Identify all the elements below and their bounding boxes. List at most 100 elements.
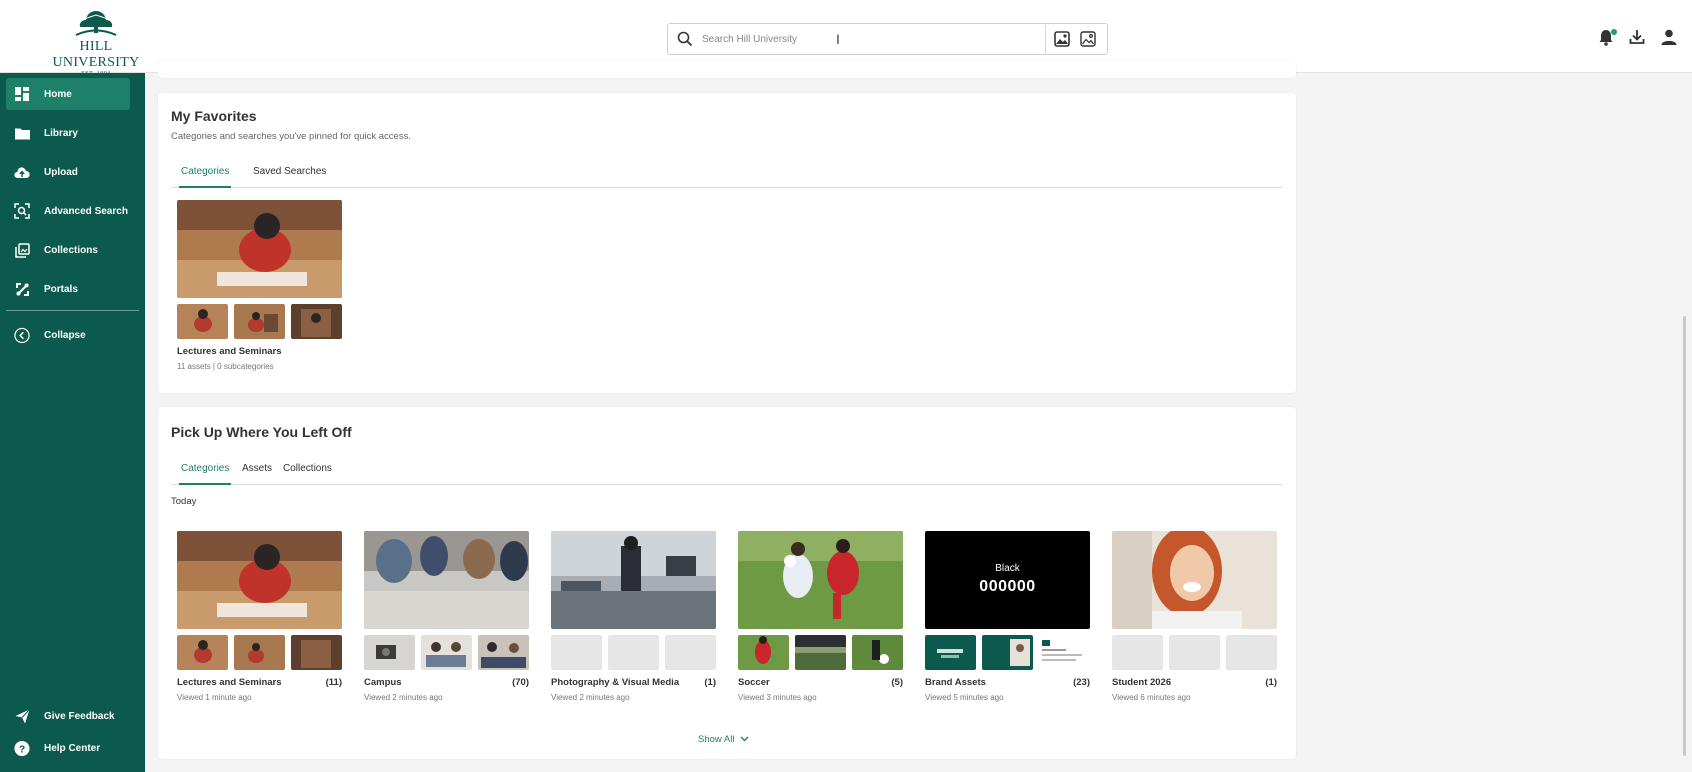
show-all-label: Show All — [698, 734, 735, 745]
category-thumb — [982, 635, 1033, 670]
category-card[interactable]: Photography & Visual Media (1) Viewed 2 … — [551, 531, 716, 702]
category-thumbnail — [364, 531, 529, 629]
chevron-down-icon — [740, 736, 749, 742]
visual-search-icon[interactable] — [1079, 30, 1097, 48]
search-bar: I — [667, 23, 1108, 55]
category-thumbnail: Black 000000 — [925, 531, 1090, 629]
category-card[interactable]: Black 000000 Brand Assets (23) Viewed 5 … — [925, 531, 1090, 702]
category-thumb — [364, 635, 415, 670]
upload-cloud-icon — [14, 164, 30, 180]
sidebar-divider — [6, 310, 139, 311]
category-thumb — [177, 304, 228, 339]
category-thumb — [234, 635, 285, 670]
section-title: Pick Up Where You Left Off — [171, 424, 352, 440]
category-viewed: Viewed 5 minutes ago — [925, 693, 1004, 702]
category-thumb — [421, 635, 472, 670]
sidebar-item-upload[interactable]: Upload — [6, 156, 130, 188]
portals-icon — [14, 281, 30, 297]
category-thumb — [738, 635, 789, 670]
sidebar-item-label: Help Center — [44, 742, 101, 754]
logo-text: HILL UNIVERSITY — [52, 39, 140, 70]
page-scrollbar[interactable] — [1683, 316, 1686, 756]
category-count: (1) — [704, 677, 716, 688]
category-thumb — [852, 635, 903, 670]
image-search-icon[interactable] — [1053, 30, 1071, 48]
swatch-label: Black — [995, 563, 1020, 574]
sidebar-item-label: Library — [44, 127, 78, 139]
category-count: (11) — [325, 677, 342, 688]
tab-assets[interactable]: Assets — [240, 463, 274, 485]
home-icon — [14, 86, 30, 102]
tree-logo-icon — [75, 11, 117, 36]
sidebar-item-advanced-search[interactable]: Advanced Search — [6, 195, 130, 227]
sidebar-collapse-button[interactable]: Collapse — [6, 319, 130, 351]
category-thumb — [291, 304, 342, 339]
search-icon[interactable] — [677, 31, 693, 47]
date-group-label: Today — [171, 496, 197, 507]
svg-text:?: ? — [19, 744, 25, 755]
show-all-button[interactable]: Show All — [698, 734, 749, 745]
sidebar-item-label: Give Feedback — [44, 710, 115, 722]
search-input[interactable] — [702, 29, 1042, 49]
category-name: Photography & Visual Media — [551, 677, 680, 688]
collections-icon — [14, 242, 30, 258]
category-thumb — [234, 304, 285, 339]
category-card[interactable]: Student 2026 (1) Viewed 6 minutes ago — [1112, 531, 1277, 702]
sidebar-item-label: Portals — [44, 283, 78, 295]
category-thumb-placeholder — [1112, 635, 1163, 670]
sidebar-item-library[interactable]: Library — [6, 117, 130, 149]
section-subtitle: Categories and searches you've pinned fo… — [171, 131, 411, 142]
section-title: My Favorites — [171, 108, 257, 124]
tab-collections[interactable]: Collections — [281, 463, 334, 485]
category-meta: 11 assets | 0 subcategories — [177, 362, 274, 371]
category-card[interactable]: Lectures and Seminars 11 assets | 0 subc… — [177, 200, 342, 371]
category-thumb-placeholder — [608, 635, 659, 670]
sidebar-item-label: Collections — [44, 244, 98, 256]
category-name: Lectures and Seminars — [177, 677, 282, 688]
tab-categories[interactable]: Categories — [179, 166, 232, 188]
download-icon[interactable] — [1627, 27, 1647, 47]
category-viewed: Viewed 2 minutes ago — [551, 693, 630, 702]
sidebar-item-home[interactable]: Home — [6, 78, 130, 110]
category-name: Soccer — [738, 677, 770, 688]
help-icon: ? — [14, 740, 30, 756]
category-card[interactable]: Campus (70) Viewed 2 minutes ago — [364, 531, 529, 702]
sidebar-item-give-feedback[interactable]: Give Feedback — [6, 700, 130, 732]
sidebar-item-help-center[interactable]: ? Help Center — [6, 732, 130, 764]
category-name: Campus — [364, 677, 402, 688]
category-thumb-placeholder — [551, 635, 602, 670]
category-count: (70) — [512, 677, 529, 688]
category-count: (5) — [891, 677, 903, 688]
sidebar: Home Library Upload Advanced Search Coll… — [0, 73, 145, 772]
search-divider — [1045, 25, 1046, 54]
recent-tabs: Categories Assets Collections — [171, 463, 1283, 485]
swatch-code: 000000 — [979, 578, 1036, 595]
category-thumbnail — [177, 531, 342, 629]
user-icon[interactable] — [1659, 27, 1679, 47]
category-viewed: Viewed 2 minutes ago — [364, 693, 443, 702]
category-card[interactable]: Lectures and Seminars (11) Viewed 1 minu… — [177, 531, 342, 702]
category-card[interactable]: Soccer (5) Viewed 3 minutes ago — [738, 531, 903, 702]
category-thumb — [478, 635, 529, 670]
previous-section-card — [158, 60, 1296, 78]
sidebar-item-label: Home — [44, 88, 72, 100]
category-count: (23) — [1073, 677, 1090, 688]
folder-icon — [14, 125, 30, 141]
notification-dot — [1611, 29, 1617, 35]
text-cursor-icon: I — [836, 31, 840, 47]
category-viewed: Viewed 1 minute ago — [177, 693, 252, 702]
category-thumb — [795, 635, 846, 670]
sidebar-item-label: Advanced Search — [44, 205, 128, 217]
hill-university-logo[interactable]: HILL UNIVERSITY EST. 1994 — [36, 8, 156, 77]
category-thumb-placeholder — [665, 635, 716, 670]
category-thumbnail — [551, 531, 716, 629]
category-name: Lectures and Seminars — [177, 346, 282, 357]
category-name: Student 2026 — [1112, 677, 1172, 688]
sidebar-item-collections[interactable]: Collections — [6, 234, 130, 266]
category-viewed: Viewed 3 minutes ago — [738, 693, 817, 702]
sidebar-item-portals[interactable]: Portals — [6, 273, 130, 305]
tab-saved-searches[interactable]: Saved Searches — [251, 166, 328, 188]
send-icon — [14, 708, 30, 724]
category-thumb-placeholder — [1226, 635, 1277, 670]
tab-categories[interactable]: Categories — [179, 463, 232, 485]
